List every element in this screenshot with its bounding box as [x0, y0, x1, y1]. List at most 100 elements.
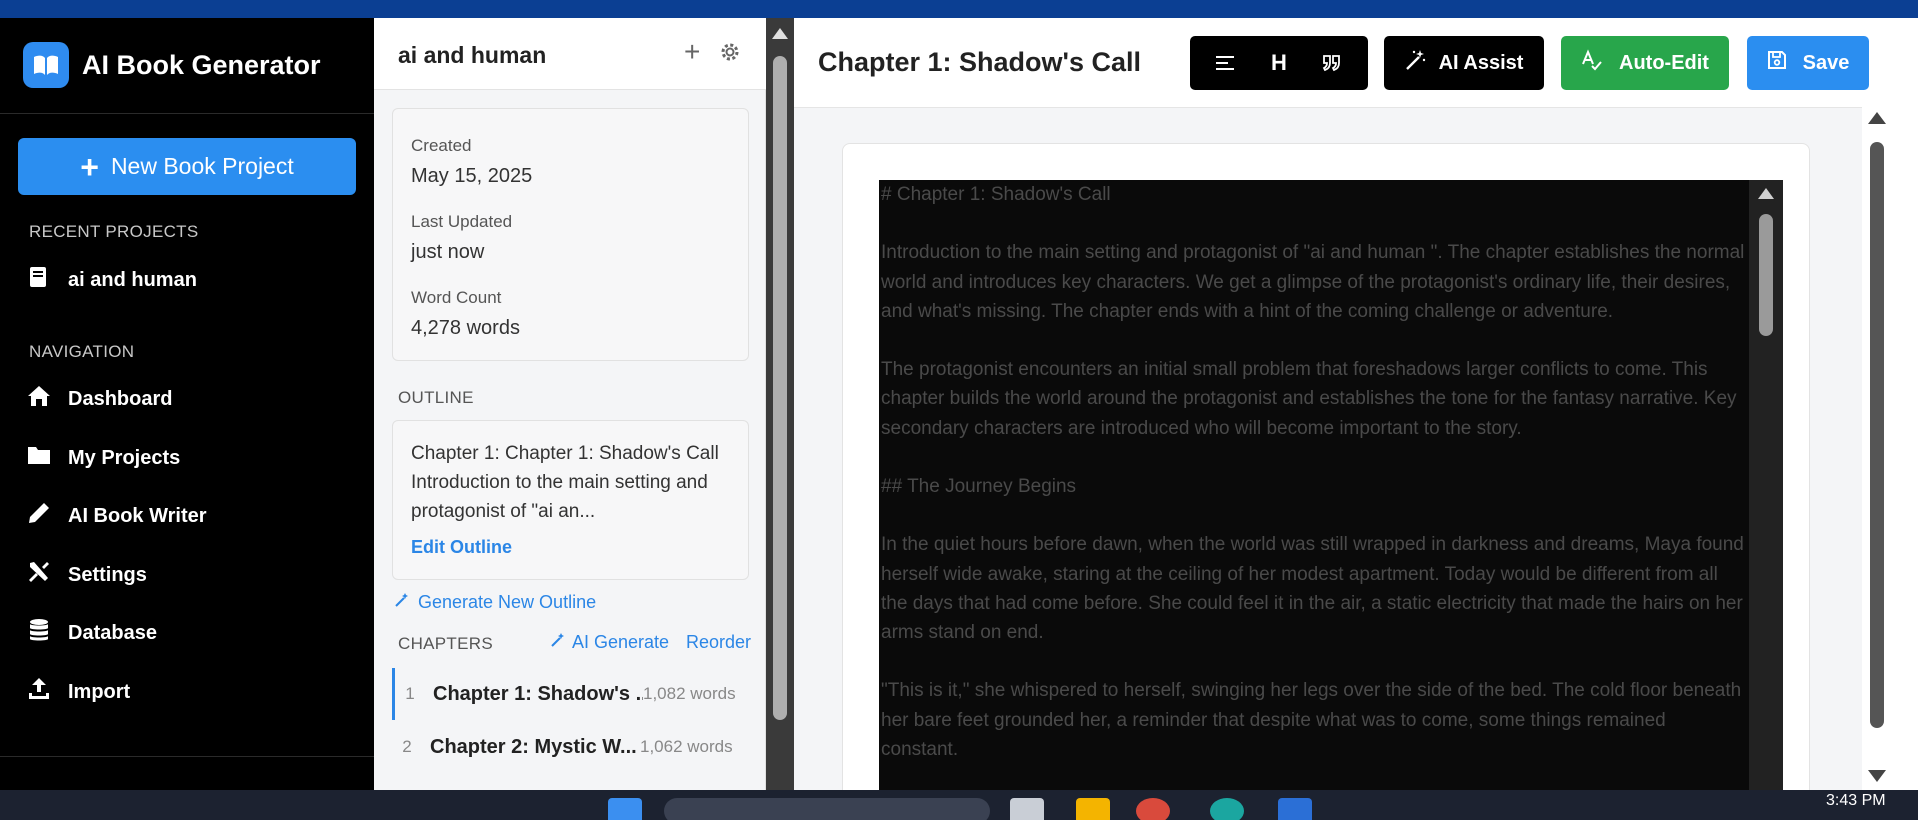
editor-scrollbar[interactable]	[1749, 180, 1783, 804]
nav-dashboard[interactable]: Dashboard	[26, 379, 172, 419]
spell-check-icon	[1581, 49, 1603, 77]
tools-icon	[26, 559, 52, 591]
generate-new-outline-link[interactable]: Generate New Outline	[394, 592, 596, 613]
outline-heading: OUTLINE	[398, 388, 474, 407]
sidebar-divider	[0, 756, 374, 757]
windows-start-icon[interactable]	[608, 798, 642, 820]
panel-scrollbar[interactable]	[766, 18, 794, 790]
nav-dashboard-label: Dashboard	[68, 387, 173, 410]
editor-header: Chapter 1: Shadow's Call H AI Assist Aut…	[794, 18, 1869, 108]
brand-header: AI Book Generator	[0, 18, 374, 114]
ai-generate-label: AI Generate	[572, 632, 670, 652]
edge-browser-icon[interactable]	[1210, 798, 1244, 820]
folder-icon	[26, 442, 52, 474]
nav-settings[interactable]: Settings	[26, 555, 147, 595]
word-count-label: Word Count	[411, 288, 502, 307]
chapter-list-item[interactable]: 1 Chapter 1: Shadow's ... 1,082 words	[392, 668, 749, 720]
content-paragraph: "This is it," she whispered to herself, …	[881, 680, 1742, 760]
recent-project-label: ai and human	[68, 268, 197, 291]
generate-new-outline-label: Generate New Outline	[418, 592, 597, 612]
chapter-title-heading: Chapter 1: Shadow's Call	[818, 47, 1141, 77]
heading-button[interactable]: H	[1259, 43, 1299, 83]
chapters-heading: CHAPTERS	[398, 634, 493, 653]
scroll-up-arrow-icon[interactable]	[1758, 188, 1774, 199]
chapter-content-text: # Chapter 1: Shadow's Call Introduction …	[881, 180, 1747, 793]
auto-edit-button[interactable]: Auto-Edit	[1561, 36, 1729, 90]
nav-settings-label: Settings	[68, 563, 147, 586]
home-icon	[26, 383, 52, 415]
book-open-icon	[23, 42, 69, 88]
quote-icon	[1322, 55, 1340, 72]
nav-my-projects-label: My Projects	[68, 446, 181, 469]
new-book-project-label: New Book Project	[110, 153, 294, 179]
nav-import[interactable]: Import	[26, 672, 130, 712]
nav-database-label: Database	[68, 621, 157, 644]
created-value: May 15, 2025	[411, 165, 533, 187]
add-icon[interactable]: +	[684, 36, 700, 68]
recent-projects-heading: RECENT PROJECTS	[29, 222, 199, 241]
scrollbar-thumb[interactable]	[773, 56, 787, 720]
taskbar-search-box[interactable]	[664, 798, 990, 820]
outline-text: Chapter 1: Chapter 1: Shadow's Call Intr…	[411, 443, 719, 522]
app-title: AI Book Generator	[82, 50, 321, 80]
auto-edit-label: Auto-Edit	[1619, 51, 1709, 74]
chapter-number: 1	[405, 684, 415, 703]
nav-import-label: Import	[68, 680, 131, 703]
chapter-list-item[interactable]: 2 Chapter 2: Mystic W... 1,062 words	[392, 721, 749, 773]
chapter-word-count: 1,082 words	[643, 684, 736, 703]
floppy-disk-icon	[1767, 50, 1787, 76]
save-label: Save	[1802, 51, 1850, 74]
quote-button[interactable]	[1312, 43, 1352, 83]
nav-my-projects[interactable]: My Projects	[26, 438, 180, 478]
nav-ai-book-writer[interactable]: AI Book Writer	[26, 496, 207, 536]
word-count-value: 4,278 words	[411, 317, 520, 339]
scroll-up-arrow-icon[interactable]	[1868, 112, 1886, 124]
gear-icon[interactable]	[718, 40, 742, 69]
scrollbar-thumb[interactable]	[1870, 142, 1884, 728]
chapter-content-editor[interactable]: # Chapter 1: Shadow's Call Introduction …	[879, 180, 1783, 804]
content-paragraph: Introduction to the main setting and pro…	[881, 242, 1745, 322]
project-panel: ai and human + Created May 15, 2025 Last…	[374, 18, 766, 790]
align-left-icon	[1216, 56, 1235, 70]
chapter-number: 2	[402, 737, 412, 756]
plus-icon: +	[80, 148, 99, 185]
created-label: Created	[411, 136, 472, 155]
content-paragraph: # Chapter 1: Shadow's Call	[881, 184, 1111, 205]
heading-icon: H	[1271, 50, 1287, 75]
content-paragraph: ## The Journey Begins	[881, 475, 1077, 497]
page-scrollbar[interactable]	[1862, 106, 1890, 790]
edit-outline-link[interactable]: Edit Outline	[411, 537, 512, 558]
sidebar: AI Book Generator + New Book Project REC…	[0, 18, 374, 790]
nav-ai-book-writer-label: AI Book Writer	[68, 504, 207, 527]
recent-project-ai-and-human[interactable]: ai and human	[26, 260, 197, 300]
save-button[interactable]: Save	[1747, 36, 1869, 90]
project-info-card: Created May 15, 2025 Last Updated just n…	[392, 108, 749, 361]
new-book-project-button[interactable]: + New Book Project	[18, 138, 356, 195]
upload-icon	[26, 676, 52, 708]
database-icon	[26, 617, 52, 649]
app-icon[interactable]	[1278, 798, 1312, 820]
file-explorer-icon[interactable]	[1076, 798, 1110, 820]
navigation-heading: NAVIGATION	[29, 342, 135, 361]
editor-area: Chapter 1: Shadow's Call H AI Assist Aut…	[794, 18, 1869, 804]
format-toolbar: H	[1190, 36, 1368, 90]
pencil-icon	[26, 500, 52, 532]
scroll-up-arrow-icon[interactable]	[772, 28, 788, 39]
last-updated-label: Last Updated	[411, 212, 513, 231]
align-left-button[interactable]	[1206, 43, 1246, 83]
chapter-word-count: 1,062 words	[640, 737, 733, 756]
browser-icon[interactable]	[1136, 798, 1170, 820]
task-view-icon[interactable]	[1010, 798, 1044, 820]
magic-wand-icon	[550, 632, 566, 653]
outline-card: Chapter 1: Chapter 1: Shadow's Call Intr…	[392, 420, 749, 580]
ai-generate-link[interactable]: AI Generate	[550, 632, 669, 653]
scrollbar-thumb[interactable]	[1759, 214, 1773, 336]
scroll-down-arrow-icon[interactable]	[1868, 770, 1886, 782]
ai-assist-button[interactable]: AI Assist	[1384, 36, 1544, 90]
nav-database[interactable]: Database	[26, 613, 157, 653]
chapter-title: Chapter 1: Shadow's ...	[433, 682, 643, 705]
window-top-strip	[0, 0, 1918, 18]
content-paragraph: In the quiet hours before dawn, when the…	[881, 534, 1744, 643]
reorder-link[interactable]: Reorder	[686, 632, 751, 653]
ai-assist-label: AI Assist	[1438, 51, 1524, 74]
